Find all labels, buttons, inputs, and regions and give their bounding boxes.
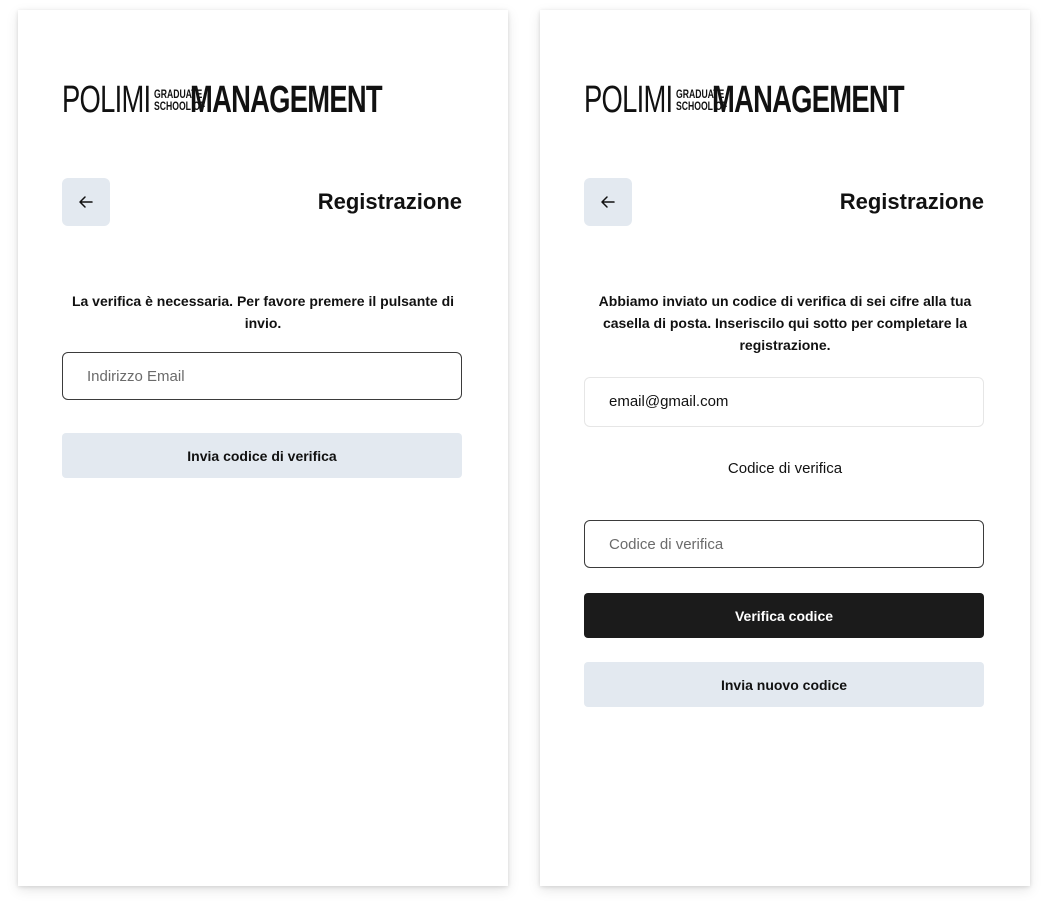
logo-small-text: GRADUATE SCHOOL OF — [154, 88, 206, 113]
email-readonly-field: email@gmail.com — [584, 377, 984, 427]
logo-word-management: MANAGEMENT — [712, 79, 905, 121]
registration-panel-code: POLIMI GRADUATE SCHOOL OF MANAGEMENT Reg… — [540, 10, 1030, 886]
polimi-logo: POLIMI GRADUATE SCHOOL OF MANAGEMENT — [62, 79, 383, 121]
logo-line-school-of: SCHOOL OF — [154, 99, 206, 113]
code-sent-message: Abbiamo inviato un codice di verifica di… — [598, 293, 972, 353]
email-input[interactable] — [62, 352, 462, 400]
verify-code-button[interactable]: Verifica codice — [584, 593, 984, 638]
verification-code-input[interactable] — [584, 520, 984, 568]
logo-word-polimi: POLIMI — [62, 79, 151, 121]
logo-line-school-of: SCHOOL OF — [676, 99, 728, 113]
page-title: Registrazione — [839, 189, 984, 214]
send-verification-code-button[interactable]: Invia codice di verifica — [62, 433, 462, 478]
resend-code-button[interactable]: Invia nuovo codice — [584, 662, 984, 707]
polimi-logo: POLIMI GRADUATE SCHOOL OF MANAGEMENT — [584, 79, 905, 121]
arrow-left-icon — [79, 196, 93, 208]
verification-message: La verifica è necessaria. Per favore pre… — [71, 293, 455, 331]
back-button[interactable] — [584, 178, 632, 226]
logo-small-text: GRADUATE SCHOOL OF — [676, 88, 728, 113]
logo-word-management: MANAGEMENT — [190, 79, 383, 121]
page-title: Registrazione — [317, 189, 462, 214]
verification-code-label: Codice di verifica — [727, 460, 843, 477]
registration-panel-email: POLIMI GRADUATE SCHOOL OF MANAGEMENT Reg… — [18, 10, 508, 886]
back-button[interactable] — [62, 178, 110, 226]
arrow-left-icon — [601, 196, 615, 208]
logo-word-polimi: POLIMI — [584, 79, 673, 121]
